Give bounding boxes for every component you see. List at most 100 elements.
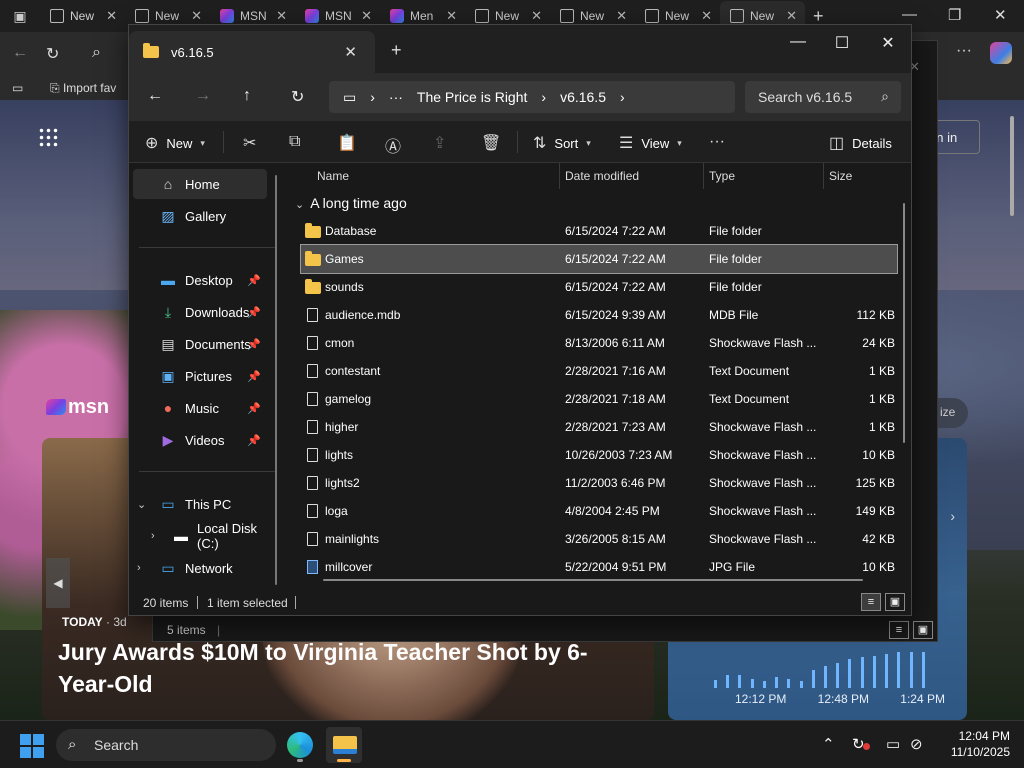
tab-close-icon[interactable]: ✕ (191, 8, 202, 24)
chevron-right-icon[interactable]: › (620, 89, 625, 105)
tab-close-icon[interactable]: ✕ (276, 8, 287, 24)
tab-close-icon[interactable]: ✕ (361, 8, 372, 24)
view-button[interactable]: ☰ View ▾ (619, 133, 682, 153)
tab-close-icon[interactable]: ✕ (701, 8, 712, 24)
address-search-icon[interactable]: ⌕ (92, 44, 101, 62)
browser-close-button[interactable]: ✕ (994, 6, 1007, 24)
tab-close-icon[interactable]: ✕ (106, 8, 117, 24)
file-row[interactable]: Games 6/15/2024 7:22 AM File folder (300, 244, 898, 274)
file-row[interactable]: sounds 6/15/2024 7:22 AM File folder (301, 273, 897, 301)
column-divider[interactable] (823, 163, 824, 189)
file-row[interactable]: higher 2/28/2021 7:23 AM Shockwave Flash .… (301, 413, 897, 441)
copy-button[interactable]: ⧉ (289, 133, 300, 151)
vertical-scrollbar[interactable] (903, 203, 905, 443)
nav-item-home[interactable]: ⌂ Home (133, 169, 267, 199)
tiles-view-button[interactable]: ▣ (885, 593, 905, 611)
file-row[interactable]: Database 6/15/2024 7:22 AM File folder (301, 217, 897, 245)
rename-button[interactable]: Ⓐ (385, 133, 401, 157)
nav-scrollbar[interactable] (275, 175, 277, 585)
nav-item-desktop[interactable]: ▬ Desktop 📌 (133, 265, 267, 295)
nav-item-pictures[interactable]: ▣ Pictures 📌 (133, 361, 267, 391)
share-button[interactable]: ⇪ (433, 133, 446, 153)
tab-close-icon[interactable]: ✕ (616, 8, 627, 24)
address-bar[interactable]: ▭ › ··· The Price is Right › v6.16.5 › (329, 81, 735, 113)
chevron-right-icon[interactable]: › (370, 89, 375, 105)
file-row[interactable]: millcover 5/22/2004 9:51 PM JPG File 10 KB (301, 553, 897, 581)
file-row[interactable]: gamelog 2/28/2021 7:18 AM Text Document 1 K… (301, 385, 897, 413)
favorites-icon[interactable]: ▭ (12, 81, 23, 95)
apps-grid-icon[interactable] (38, 127, 58, 147)
file-row[interactable]: lights 10/26/2003 7:23 AM Shockwave Flash … (301, 441, 897, 469)
taskbar-search[interactable]: ⌕ Search (56, 729, 276, 761)
file-row[interactable]: lights2 11/2/2003 6:46 PM Shockwave Flash … (301, 469, 897, 497)
tab-close-icon[interactable]: ✕ (786, 8, 797, 24)
close-button[interactable]: ✕ (873, 33, 903, 53)
pin-icon[interactable]: 📌 (247, 434, 261, 447)
chevron-down-icon[interactable]: ⌄ (137, 498, 146, 511)
carousel-prev-button[interactable]: ◀ (46, 558, 70, 608)
pin-icon[interactable]: 📌 (247, 338, 261, 351)
horizontal-scrollbar[interactable] (323, 579, 863, 581)
new-tab-icon[interactable]: + (391, 40, 402, 61)
overflow-dots-icon[interactable]: ··· (389, 89, 403, 105)
refresh-icon[interactable]: ↻ (291, 87, 304, 107)
tab-close-icon[interactable]: ✕ (531, 8, 542, 24)
clock[interactable]: 12:04 PM 11/10/2025 (936, 728, 1010, 760)
breadcrumb-item[interactable]: The Price is Right (417, 89, 527, 105)
copilot-icon[interactable] (990, 42, 1012, 64)
network-disconnected-icon[interactable]: ⊘ (910, 735, 923, 753)
cut-button[interactable]: ✂ (243, 133, 256, 153)
forward-arrow-icon[interactable]: → (195, 87, 211, 105)
start-button[interactable] (20, 734, 44, 758)
chevron-right-icon[interactable]: › (137, 562, 141, 574)
pin-icon[interactable]: 📌 (247, 306, 261, 319)
paste-button[interactable]: 📋 (337, 133, 357, 153)
column-size[interactable]: Size (829, 169, 852, 183)
more-options-icon[interactable]: ··· (956, 42, 972, 60)
minimize-button[interactable]: — (783, 33, 813, 51)
pin-icon[interactable]: 📌 (247, 402, 261, 415)
weather-next-icon[interactable]: › (950, 508, 955, 524)
up-arrow-icon[interactable]: ↑ (243, 87, 251, 105)
sync-icon[interactable]: ↻ (852, 735, 870, 753)
nav-item-network[interactable]: › ▭ Network (133, 553, 267, 583)
breadcrumb-item[interactable]: v6.16.5 (560, 89, 606, 105)
back-details-view-button[interactable]: ≡ (889, 621, 909, 639)
tab-actions-icon[interactable]: ▣ (0, 8, 40, 25)
chevron-right-icon[interactable]: › (541, 89, 546, 105)
back-icon[interactable]: ← (12, 44, 28, 62)
maximize-button[interactable]: ☐ (827, 33, 857, 53)
search-input[interactable]: Search v6.16.5 ⌕ (745, 81, 901, 113)
chevron-right-icon[interactable]: › (151, 530, 155, 542)
browser-scrollbar[interactable] (1008, 110, 1016, 716)
nav-item-local-disk[interactable]: › ▬ Local Disk (C:) (133, 521, 273, 551)
tab-close-icon[interactable]: ✕ (344, 43, 357, 61)
column-divider[interactable] (703, 163, 704, 189)
explorer-tab[interactable]: v6.16.5 ✕ (129, 31, 375, 73)
file-row[interactable]: audience.mdb 6/15/2024 9:39 AM MDB File 112… (301, 301, 897, 329)
msn-logo[interactable]: msn (46, 396, 109, 419)
column-name[interactable]: Name (317, 169, 349, 183)
tab-close-icon[interactable]: ✕ (446, 8, 457, 24)
chevron-up-icon[interactable]: ⌃ (822, 735, 835, 753)
column-type[interactable]: Type (709, 169, 735, 183)
import-favorites-link[interactable]: ⎘ Import fav (50, 81, 116, 96)
back-tiles-view-button[interactable]: ▣ (913, 621, 933, 639)
refresh-icon[interactable]: ↻ (46, 44, 59, 64)
file-row[interactable]: loga 4/8/2004 2:45 PM Shockwave Flash ... 1… (301, 497, 897, 525)
column-divider[interactable] (559, 163, 560, 189)
display-icon[interactable]: ▭ (886, 735, 900, 753)
nav-item-music[interactable]: ● Music 📌 (133, 393, 267, 423)
group-header[interactable]: ⌄ A long time ago (295, 195, 407, 211)
taskbar-file-explorer[interactable] (326, 727, 362, 763)
more-options-icon[interactable]: ··· (709, 133, 725, 151)
file-row[interactable]: contestant 2/28/2021 7:16 AM Text Document… (301, 357, 897, 385)
browser-minimize-button[interactable]: — (902, 6, 917, 23)
pin-icon[interactable]: 📌 (247, 370, 261, 383)
browser-tab[interactable]: New ✕ (40, 1, 125, 31)
nav-item-gallery[interactable]: ▨ Gallery (133, 201, 267, 231)
taskbar-edge[interactable] (282, 727, 318, 763)
new-button[interactable]: ⊕ New ▾ (145, 133, 205, 153)
news-headline[interactable]: Jury Awards $10M to Virginia Teacher Sho… (58, 636, 618, 700)
file-row[interactable]: mainlights 3/26/2005 8:15 AM Shockwave Fla… (301, 525, 897, 553)
